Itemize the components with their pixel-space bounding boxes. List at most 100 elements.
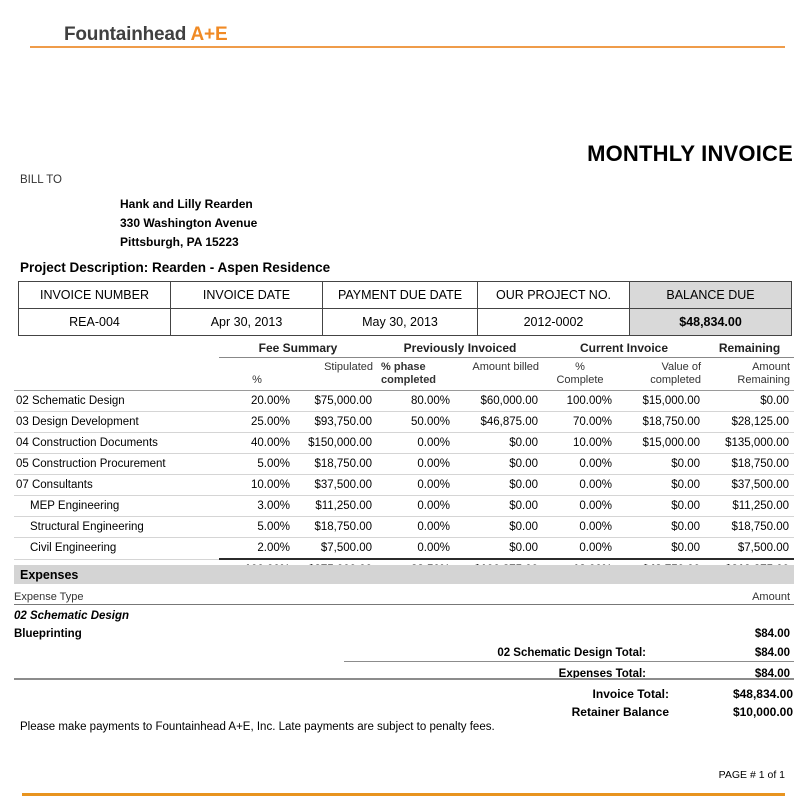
fee-row-phase-completed: 0.00% <box>377 453 456 475</box>
fee-row-name: MEP Engineering <box>14 495 219 517</box>
bill-to-label: BILL TO <box>20 174 62 186</box>
fee-row-stipulated: $75,000.00 <box>295 390 378 412</box>
expenses-closing-divider <box>14 678 794 680</box>
fee-group-spacer <box>14 341 219 358</box>
header-payment-due-date: PAYMENT DUE DATE <box>322 281 478 309</box>
retainer-balance-label: Retainer Balance <box>571 705 669 719</box>
subheader-value-completed: Value of completed <box>650 361 702 386</box>
fee-row-stipulated: $11,250.00 <box>295 495 378 517</box>
fee-row-percent: 20.00% <box>219 390 295 412</box>
fee-row-complete: 0.00% <box>543 537 618 560</box>
fee-row-amount-billed: $60,000.00 <box>455 390 544 412</box>
header-project-no: OUR PROJECT NO. <box>477 281 630 309</box>
group-header-previously-invoiced: Previously Invoiced <box>377 341 544 358</box>
fee-row-name: 05 Construction Procurement <box>14 453 219 475</box>
fee-row-percent: 5.00% <box>219 453 295 475</box>
table-row: 07 Consultants 10.00% $37,500.00 0.00% $0.00… <box>14 474 795 496</box>
fee-row-complete: 0.00% <box>543 516 618 538</box>
fee-row-percent: 40.00% <box>219 432 295 454</box>
fee-row-amount-billed: $0.00 <box>455 432 544 454</box>
fee-row-name: 02 Schematic Design <box>14 390 219 412</box>
fee-row-value-completed: $0.00 <box>617 453 706 475</box>
fee-row-phase-completed: 0.00% <box>377 516 456 538</box>
bill-to-name: Hank and Lilly Rearden <box>120 197 253 211</box>
fee-row-value-completed: $15,000.00 <box>617 432 706 454</box>
bill-to-city-state-zip: Pittsburgh, PA 15223 <box>120 235 239 249</box>
expenses-section-title: Expenses <box>20 568 79 582</box>
fee-row-value-completed: $0.00 <box>617 516 706 538</box>
grand-totals: Invoice Total: $48,834.00 Retainer Balan… <box>572 685 793 721</box>
fee-row-percent: 25.00% <box>219 411 295 433</box>
bill-to-address: Hank and Lilly Rearden 330 Washington Av… <box>120 195 257 252</box>
fee-table-body: 02 Schematic Design 20.00% $75,000.00 80.00… <box>14 390 795 560</box>
value-invoice-number: REA-004 <box>18 308 171 336</box>
invoice-total-amount: $48,834.00 <box>732 687 793 701</box>
logo-text-main: Fountainhead <box>64 24 191 45</box>
fee-row-complete: 100.00% <box>543 390 618 412</box>
fee-row-phase-completed: 0.00% <box>377 495 456 517</box>
subheader-amount-remaining: Amount Remaining <box>737 361 791 386</box>
subheader-phase-completed: % phase completed <box>381 361 437 386</box>
fee-row-phase-completed: 0.00% <box>377 432 456 454</box>
fee-row-amount-billed: $0.00 <box>455 453 544 475</box>
page-number: PAGE # 1 of 1 <box>718 769 785 781</box>
fee-row-stipulated: $93,750.00 <box>295 411 378 433</box>
invoice-info-value-row: REA-004 Apr 30, 2013 May 30, 2013 2012-0… <box>18 308 792 336</box>
expenses-col-amount: Amount <box>654 589 795 605</box>
fee-row-percent: 3.00% <box>219 495 295 517</box>
fee-sub-header-row: % Stipulated % phase completed Amount bi… <box>14 358 794 388</box>
expenses-phase-row: 02 Schematic Design <box>14 605 794 625</box>
group-header-fee-summary: Fee Summary <box>219 341 378 358</box>
fee-row-value-completed: $0.00 <box>617 495 706 517</box>
fee-row-percent: 10.00% <box>219 474 295 496</box>
fee-row-amount-billed: $46,875.00 <box>455 411 544 433</box>
fee-subheader-spacer <box>14 358 219 388</box>
project-description-value: Rearden - Aspen Residence <box>152 260 331 275</box>
header-invoice-number: INVOICE NUMBER <box>18 281 171 309</box>
fee-row-complete: 0.00% <box>543 474 618 496</box>
fee-row-complete: 0.00% <box>543 495 618 517</box>
fee-row-phase-completed: 80.00% <box>377 390 456 412</box>
table-row: Civil Engineering 2.00% $7,500.00 0.00% $0.0… <box>14 537 795 560</box>
fee-row-stipulated: $18,750.00 <box>295 516 378 538</box>
fee-row-amount-billed: $0.00 <box>455 495 544 517</box>
fee-summary-table: Fee Summary Previously Invoiced Current … <box>14 341 795 579</box>
fee-row-name: Structural Engineering <box>14 516 219 538</box>
fee-row-value-completed: $15,000.00 <box>617 390 706 412</box>
fee-row-name: 07 Consultants <box>14 474 219 496</box>
page-title: MONTHLY INVOICE <box>587 141 793 166</box>
fee-row-stipulated: $18,750.00 <box>295 453 378 475</box>
payment-note: Please make payments to Fountainhead A+E… <box>20 721 495 733</box>
fee-row-amount-remaining: $37,500.00 <box>705 474 795 496</box>
fee-group-header-row: Fee Summary Previously Invoiced Current … <box>14 341 795 358</box>
fee-row-amount-remaining: $135,000.00 <box>705 432 795 454</box>
table-row: MEP Engineering 3.00% $11,250.00 0.00% $0.00… <box>14 495 795 517</box>
group-header-remaining: Remaining <box>705 341 795 358</box>
header-balance-due: BALANCE DUE <box>629 281 792 309</box>
retainer-balance-row: Retainer Balance $10,000.00 <box>572 703 793 721</box>
letterhead: Fountainhead A+E <box>0 0 809 56</box>
fee-row-name: Civil Engineering <box>14 537 219 560</box>
letterhead-divider <box>30 46 785 48</box>
fee-row-stipulated: $7,500.00 <box>295 537 378 560</box>
expense-item-row: Blueprinting $84.00 <box>14 624 794 642</box>
table-row: 05 Construction Procurement 5.00% $18,750.… <box>14 453 795 475</box>
expenses-table: Expense Type Amount 02 Schematic Design … <box>14 589 795 682</box>
fee-row-percent: 2.00% <box>219 537 295 560</box>
bill-to-street: 330 Washington Avenue <box>120 216 258 230</box>
value-payment-due-date: May 30, 2013 <box>322 308 478 336</box>
fee-row-name: 03 Design Development <box>14 411 219 433</box>
fee-row-amount-remaining: $11,250.00 <box>705 495 795 517</box>
fee-row-complete: 0.00% <box>543 453 618 475</box>
fee-row-amount-remaining: $18,750.00 <box>705 516 795 538</box>
invoice-total-row: Invoice Total: $48,834.00 <box>572 685 793 703</box>
footer-divider <box>22 793 785 796</box>
fee-row-amount-remaining: $7,500.00 <box>705 537 795 560</box>
expenses-phase-total-spacer <box>14 642 344 662</box>
expenses-section-header: Expenses <box>14 565 794 584</box>
expenses-phase-label: 02 Schematic Design <box>14 610 130 622</box>
group-header-current-invoice: Current Invoice <box>543 341 706 358</box>
fee-row-amount-remaining: $28,125.00 <box>705 411 795 433</box>
invoice-info-table: INVOICE NUMBER INVOICE DATE PAYMENT DUE … <box>18 281 792 336</box>
expenses-phase-total-label: 02 Schematic Design Total: <box>497 647 647 659</box>
